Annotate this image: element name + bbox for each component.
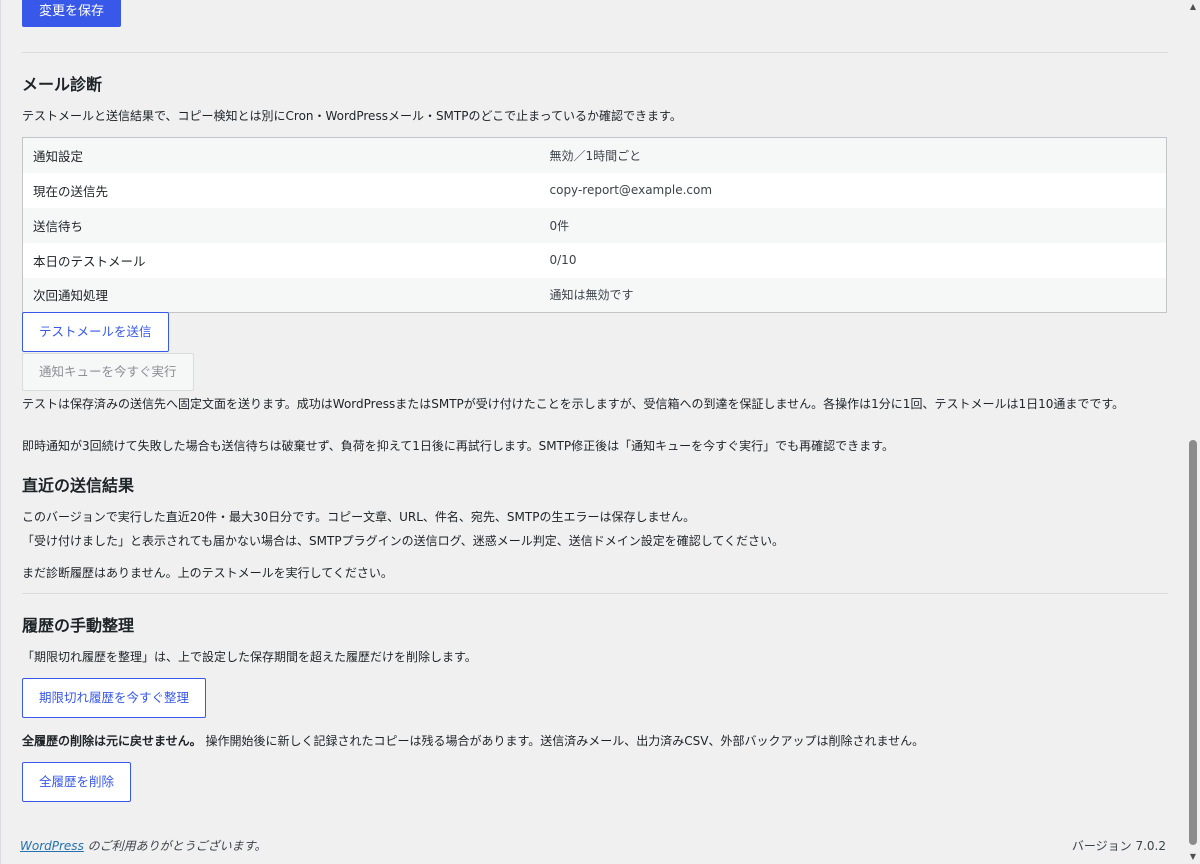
row-value: 無効／1時間ごと (539, 137, 1167, 173)
table-row: 現在の送信先 copy-report@example.com (22, 172, 1167, 208)
scroll-up-arrow-icon[interactable]: ▲ (1189, 3, 1197, 11)
mail-diagnostics-table: 通知設定 無効／1時間ごと 現在の送信先 copy-report@example… (22, 137, 1167, 313)
run-queue-now-button[interactable]: 通知キューを今すぐ実行 (22, 353, 194, 391)
section-divider (22, 52, 1168, 53)
recent-results-empty: まだ診断履歴はありません。上のテストメールを実行してください。 (22, 566, 393, 580)
recent-results-description: このバージョンで実行した直近20件・最大30日分です。コピー文章、URL、件名、… (22, 510, 696, 524)
footer-version: バージョン 7.0.2 (1071, 839, 1166, 853)
delete-warning-strong: 全履歴の削除は元に戻せません。 (22, 734, 202, 748)
wordpress-link[interactable]: WordPress (20, 839, 84, 853)
vertical-scrollbar[interactable]: ▲ ▼ (1186, 0, 1200, 864)
row-label: 本日のテストメール (22, 242, 540, 278)
recent-results-hint: 「受け付けました」と表示されても届かない場合は、SMTPプラグインの送信ログ、迷… (22, 534, 785, 548)
row-value: 0/10 (539, 242, 1167, 278)
delete-all-history-button[interactable]: 全履歴を削除 (22, 762, 132, 802)
page-left-border (0, 0, 1, 864)
cleanup-expired-history-button[interactable]: 期限切れ履歴を今すぐ整理 (22, 678, 207, 718)
admin-page: 変更を保存 メール診断 テストメールと送信結果で、コピー検知とは別にCron・W… (0, 0, 1200, 864)
row-label: 通知設定 (22, 137, 540, 173)
row-label: 次回通知処理 (22, 277, 540, 313)
mail-test-note: テストは保存済みの送信先へ固定文面を送ります。成功はWordPressまたはSM… (22, 397, 1125, 411)
delete-warning: 全履歴の削除は元に戻せません。 操作開始後に新しく記録されたコピーは残る場合があ… (22, 733, 924, 749)
footer-thanks-text: のご利用ありがとうございます。 (83, 839, 267, 853)
row-value: 通知は無効です (539, 277, 1167, 313)
row-label: 送信待ち (22, 207, 540, 243)
save-changes-button[interactable]: 変更を保存 (22, 0, 122, 27)
footer-thanks: WordPress のご利用ありがとうございます。 (20, 837, 266, 854)
mail-retry-note: 即時通知が3回続けて失敗した場合も送信待ちは破棄せず、負荷を抑えて1日後に再試行… (22, 439, 894, 453)
table-row: 次回通知処理 通知は無効です (22, 277, 1167, 313)
history-cleanup-description: 「期限切れ履歴を整理」は、上で設定した保存期間を超えた履歴だけを削除します。 (22, 650, 477, 664)
history-cleanup-title: 履歴の手動整理 (22, 616, 135, 635)
send-test-email-button[interactable]: テストメールを送信 (22, 312, 169, 352)
table-row: 通知設定 無効／1時間ごと (22, 137, 1167, 173)
mail-diagnostics-title: メール診断 (22, 75, 103, 94)
section-divider (22, 593, 1168, 594)
recent-results-title: 直近の送信結果 (22, 476, 135, 495)
delete-warning-text: 操作開始後に新しく記録されたコピーは残る場合があります。送信済みメール、出力済み… (201, 734, 925, 748)
row-value: 0件 (539, 207, 1167, 243)
scroll-thumb[interactable] (1189, 440, 1197, 845)
row-value: copy-report@example.com (539, 172, 1167, 208)
row-label: 現在の送信先 (22, 172, 540, 208)
table-row: 本日のテストメール 0/10 (22, 242, 1167, 278)
table-row: 送信待ち 0件 (22, 207, 1167, 243)
mail-diagnostics-description: テストメールと送信結果で、コピー検知とは別にCron・WordPressメール・… (22, 109, 682, 123)
scroll-down-arrow-icon[interactable]: ▼ (1189, 853, 1197, 861)
